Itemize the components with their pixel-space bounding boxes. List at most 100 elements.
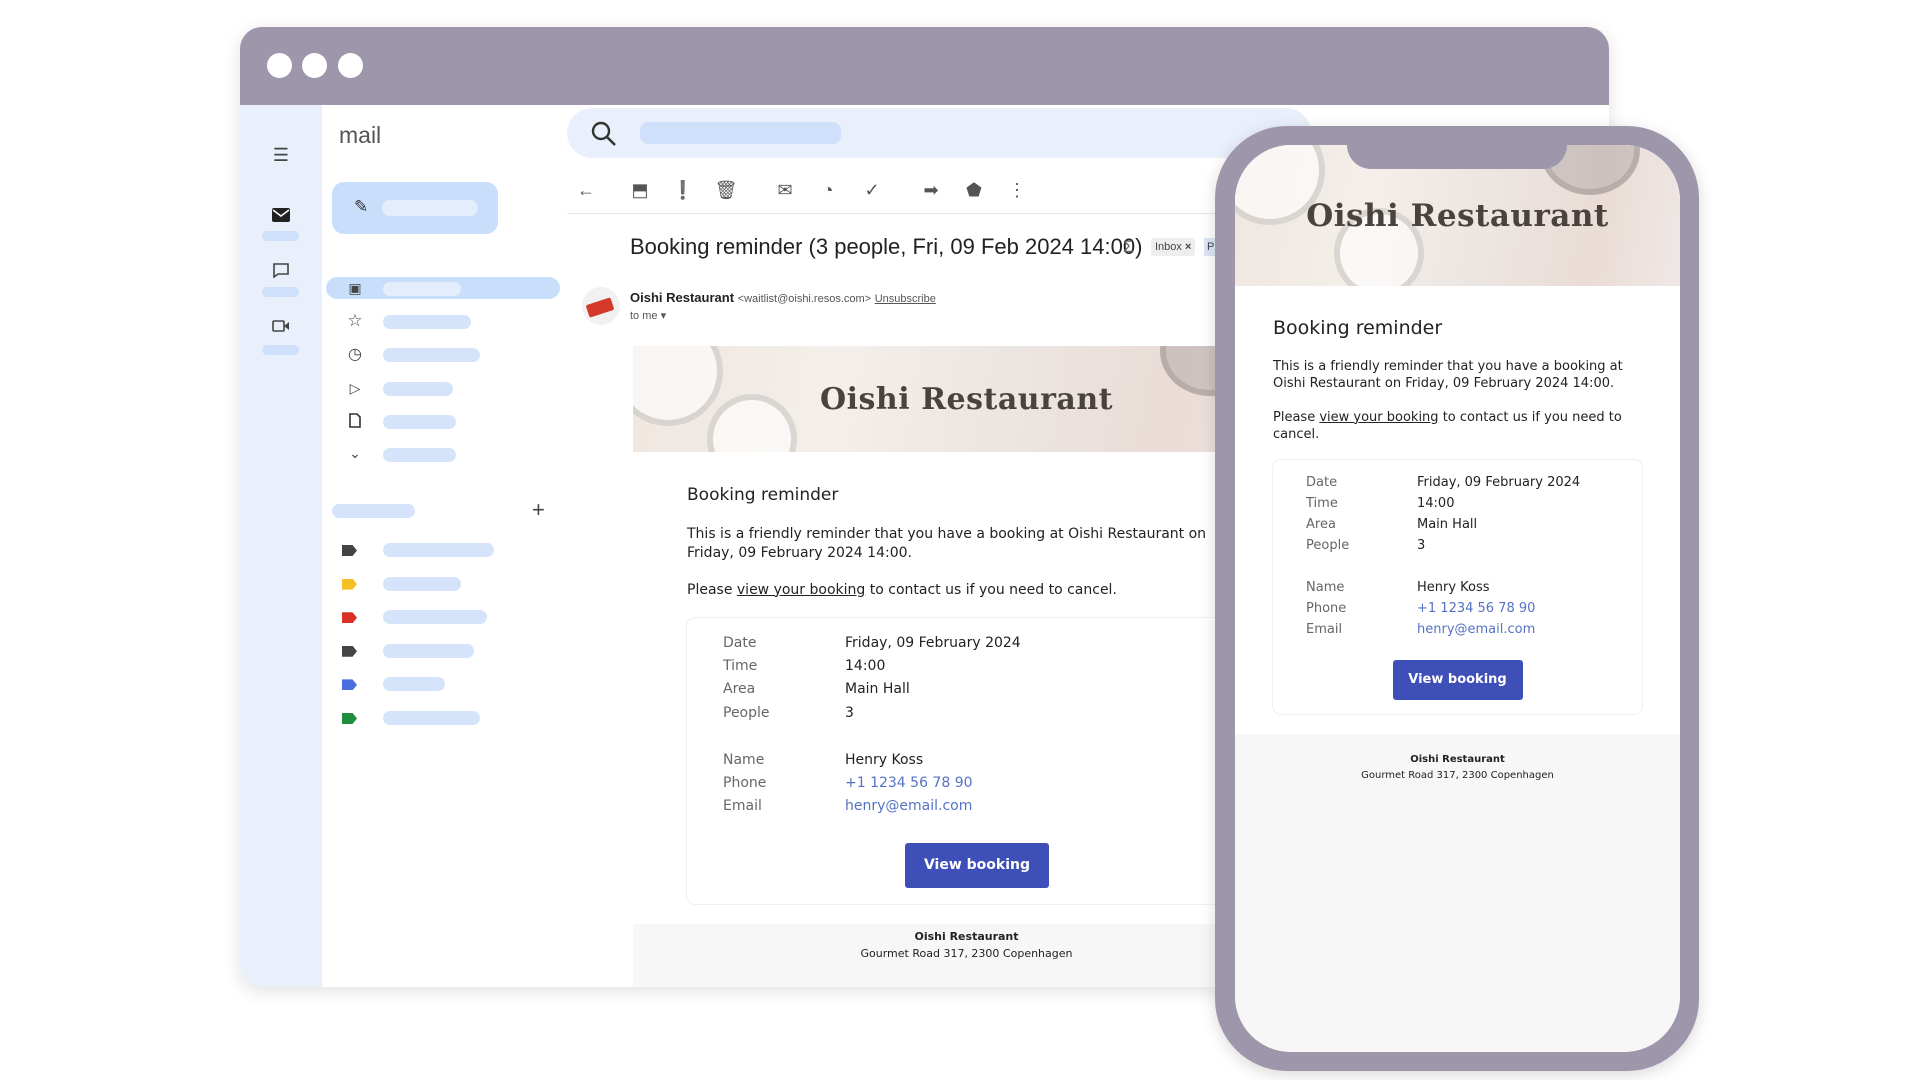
- inbox-chip[interactable]: Inbox ×: [1151, 238, 1196, 256]
- label-tag-icon[interactable]: [342, 713, 357, 724]
- nav-item-more[interactable]: [383, 448, 456, 462]
- view-booking-button[interactable]: View booking: [905, 842, 1049, 888]
- detail-row: Date Friday, 09 February 2024: [723, 634, 1231, 657]
- label-tag-icon[interactable]: [342, 612, 357, 624]
- send-icon[interactable]: ▷: [345, 378, 365, 398]
- move-to-icon[interactable]: ➡: [920, 179, 942, 201]
- label-tag-icon[interactable]: [342, 679, 357, 691]
- email-heading: Booking reminder: [687, 485, 839, 505]
- view-booking-link[interactable]: view your booking: [1319, 410, 1438, 425]
- label-item[interactable]: [383, 576, 461, 591]
- title-bar: [240, 27, 1609, 105]
- email-card: Booking reminder This is a friendly remi…: [633, 452, 1300, 924]
- add-label-icon[interactable]: +: [532, 497, 545, 523]
- restaurant-banner: Oishi Restaurant: [633, 346, 1300, 452]
- detail-row: Email henry@email.com: [723, 797, 1231, 820]
- nav-item-snoozed[interactable]: [383, 348, 480, 362]
- detail-value: Main Hall: [1417, 516, 1478, 532]
- detail-label: Email: [723, 798, 762, 815]
- mail-label-placeholder: [262, 231, 299, 241]
- nav-item-sent[interactable]: [383, 382, 453, 396]
- email-footer: Oishi Restaurant Gourmet Road 317, 2300 C…: [633, 924, 1300, 963]
- remove-label-icon[interactable]: ×: [1185, 241, 1191, 253]
- back-arrow-icon[interactable]: ←: [575, 179, 597, 201]
- window-minimize-button[interactable]: [302, 53, 327, 78]
- label-tag-icon[interactable]: [342, 545, 357, 556]
- report-spam-icon[interactable]: ❗: [672, 179, 694, 201]
- phone-notch: [1347, 126, 1567, 169]
- mail-icon[interactable]: [271, 205, 291, 225]
- label-item[interactable]: [383, 543, 494, 557]
- detail-value: Main Hall: [845, 681, 910, 698]
- label-tag-icon[interactable]: [342, 645, 357, 657]
- clock-icon[interactable]: ◷: [345, 344, 365, 364]
- detail-label: People: [723, 704, 770, 721]
- search-input-placeholder[interactable]: [640, 122, 841, 144]
- email-subject: Booking reminder (3 people, Fri, 09 Feb …: [630, 234, 1143, 259]
- draft-icon[interactable]: [345, 410, 365, 430]
- detail-value[interactable]: +1 1234 56 78 90: [1417, 600, 1535, 621]
- important-marker-icon[interactable]: Σ: [1123, 237, 1134, 257]
- unsubscribe-link[interactable]: Unsubscribe: [875, 293, 936, 305]
- nav-item-drafts[interactable]: [383, 415, 456, 429]
- detail-value: 3: [845, 704, 854, 721]
- detail-label: Name: [723, 751, 765, 768]
- nav-item-starred[interactable]: [383, 315, 471, 329]
- view-booking-button[interactable]: View booking: [1392, 659, 1523, 700]
- detail-row: Name Henry Koss: [1306, 579, 1609, 600]
- star-icon[interactable]: ☆: [345, 311, 365, 331]
- add-task-icon[interactable]: ✓: [861, 179, 883, 201]
- detail-value[interactable]: +1 1234 56 78 90: [845, 774, 973, 797]
- detail-row: Time 14:00: [1306, 495, 1609, 516]
- label-tag-icon[interactable]: [342, 578, 357, 590]
- label-item[interactable]: [383, 610, 487, 625]
- detail-label: Email: [1306, 621, 1343, 637]
- more-icon[interactable]: ⋮: [1006, 179, 1028, 201]
- video-icon[interactable]: [271, 316, 291, 336]
- detail-label: Area: [723, 681, 756, 698]
- label-item[interactable]: [383, 677, 445, 692]
- detail-row: Area Main Hall: [723, 680, 1231, 703]
- email-heading: Booking reminder: [1273, 317, 1443, 339]
- mark-unread-icon[interactable]: ✉: [774, 179, 796, 201]
- window-maximize-button[interactable]: [338, 53, 363, 78]
- archive-icon[interactable]: ⬒: [629, 179, 651, 201]
- detail-value: 14:00: [1417, 495, 1455, 511]
- menu-icon[interactable]: ☰: [271, 145, 291, 165]
- detail-value: 3: [1417, 537, 1426, 553]
- labels-heading-placeholder: [332, 504, 415, 518]
- recipient-label: to me: [630, 310, 658, 322]
- chevron-down-icon[interactable]: ⌄: [345, 443, 365, 463]
- detail-value: Friday, 09 February 2024: [845, 634, 1021, 651]
- recipient-dropdown[interactable]: to me ▾: [630, 309, 666, 322]
- restaurant-logo-text: Oishi Restaurant: [1306, 197, 1609, 234]
- detail-value: 14:00: [845, 658, 886, 674]
- sender-email: <waitlist@oishi.resos.com>: [737, 293, 872, 305]
- label-icon[interactable]: ⬟: [963, 179, 985, 201]
- compose-button[interactable]: ✎: [332, 182, 498, 234]
- window-close-button[interactable]: [267, 53, 292, 78]
- detail-label: Time: [723, 658, 758, 674]
- footer-address: Gourmet Road 317, 2300 Copenhagen: [1361, 769, 1554, 781]
- detail-value[interactable]: henry@email.com: [1417, 621, 1535, 642]
- booking-details: Date Friday, 09 February 2024 Time 14:00 Are…: [687, 617, 1267, 904]
- snooze-icon[interactable]: ◔: [817, 179, 839, 201]
- detail-row: People 3: [723, 704, 1231, 727]
- email-cancel-text: Please view your booking to contact us i…: [687, 581, 1246, 600]
- detail-row: Email henry@email.com: [1306, 621, 1609, 642]
- footer-restaurant-name: Oishi Restaurant: [1410, 753, 1505, 765]
- cancel-text-pre: Please: [687, 581, 737, 598]
- view-booking-link[interactable]: view your booking: [737, 582, 865, 598]
- app-logo: mail: [339, 122, 382, 148]
- email-footer: Oishi Restaurant Gourmet Road 317, 2300 C…: [1235, 734, 1680, 784]
- detail-row: Area Main Hall: [1306, 516, 1609, 537]
- search-bar[interactable]: [567, 108, 1311, 158]
- detail-value[interactable]: henry@email.com: [845, 797, 972, 820]
- chat-icon[interactable]: [271, 260, 291, 280]
- detail-label: Name: [1306, 579, 1345, 595]
- email-intro: This is a friendly reminder that you hav…: [1273, 358, 1623, 392]
- label-item[interactable]: [383, 643, 474, 658]
- delete-icon[interactable]: 🗑: [715, 179, 738, 201]
- compose-label-placeholder: [382, 200, 478, 216]
- label-item[interactable]: [383, 711, 480, 725]
